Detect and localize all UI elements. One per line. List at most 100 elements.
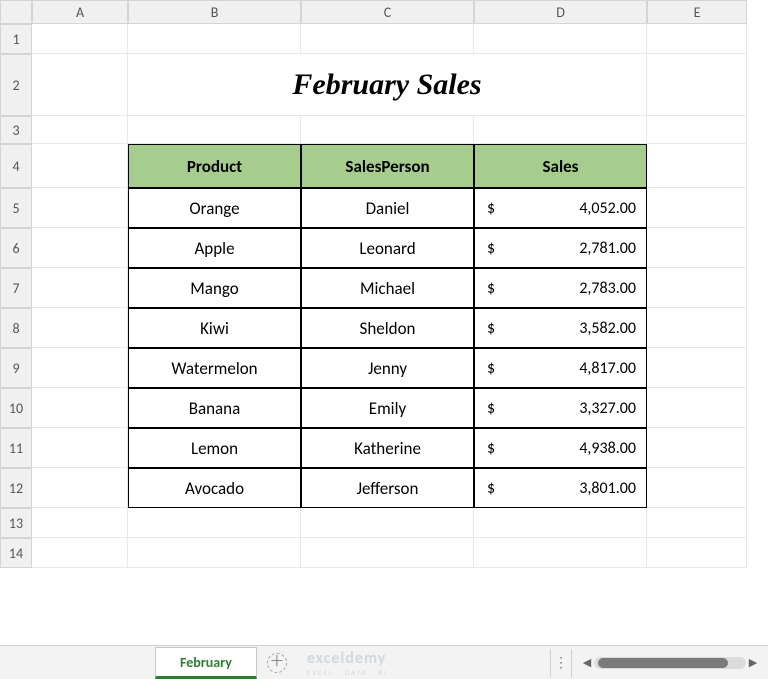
- col-header-A[interactable]: A: [32, 0, 128, 24]
- row-header-5[interactable]: 5: [0, 188, 32, 228]
- cell[interactable]: [301, 508, 474, 538]
- cell[interactable]: [32, 308, 128, 348]
- col-header-C[interactable]: C: [301, 0, 474, 24]
- new-sheet-button[interactable]: ＋: [267, 653, 287, 673]
- cell[interactable]: [647, 188, 747, 228]
- cell-person[interactable]: Sheldon: [301, 308, 474, 348]
- row-header-11[interactable]: 11: [0, 428, 32, 468]
- cell[interactable]: [647, 388, 747, 428]
- row-header-1[interactable]: 1: [0, 24, 32, 54]
- cell[interactable]: [32, 388, 128, 428]
- cell-person[interactable]: Leonard: [301, 228, 474, 268]
- tab-menu-button[interactable]: ⋮: [550, 649, 572, 677]
- row-header-2[interactable]: 2: [0, 54, 32, 116]
- sheet-tab-february[interactable]: February: [155, 647, 257, 679]
- row-header-13[interactable]: 13: [0, 508, 32, 538]
- cell-person[interactable]: Daniel: [301, 188, 474, 228]
- cell[interactable]: [647, 228, 747, 268]
- th-salesperson[interactable]: SalesPerson: [301, 144, 474, 188]
- cell[interactable]: [301, 24, 474, 54]
- cell[interactable]: [32, 116, 128, 144]
- cell-product[interactable]: Avocado: [128, 468, 301, 508]
- cell[interactable]: [32, 54, 128, 116]
- cell-product[interactable]: Watermelon: [128, 348, 301, 388]
- cell[interactable]: [647, 54, 747, 116]
- cell-sales[interactable]: $3,582.00: [474, 308, 647, 348]
- scrollbar-thumb[interactable]: [598, 658, 728, 668]
- cell[interactable]: [474, 24, 647, 54]
- cell[interactable]: [647, 116, 747, 144]
- cell-person[interactable]: Jefferson: [301, 468, 474, 508]
- page-title[interactable]: February Sales: [128, 54, 647, 116]
- cell[interactable]: [474, 116, 647, 144]
- row-header-10[interactable]: 10: [0, 388, 32, 428]
- cell[interactable]: [32, 144, 128, 188]
- cell[interactable]: [32, 24, 128, 54]
- row-header-4[interactable]: 4: [0, 144, 32, 188]
- sales-amount: 3,582.00: [495, 319, 636, 338]
- cell[interactable]: [647, 348, 747, 388]
- row-header-12[interactable]: 12: [0, 468, 32, 508]
- cell[interactable]: [647, 508, 747, 538]
- cell[interactable]: [647, 538, 747, 568]
- cell[interactable]: [32, 188, 128, 228]
- select-all-corner[interactable]: [0, 0, 32, 24]
- row-header-7[interactable]: 7: [0, 268, 32, 308]
- cell[interactable]: [32, 428, 128, 468]
- cell[interactable]: [647, 144, 747, 188]
- th-sales[interactable]: Sales: [474, 144, 647, 188]
- scrollbar-track[interactable]: [594, 657, 746, 669]
- row-header-3[interactable]: 3: [0, 116, 32, 144]
- cell-product[interactable]: Apple: [128, 228, 301, 268]
- cell[interactable]: [32, 228, 128, 268]
- cell-product[interactable]: Kiwi: [128, 308, 301, 348]
- col-header-D[interactable]: D: [474, 0, 647, 24]
- col-header-B[interactable]: B: [128, 0, 301, 24]
- cell[interactable]: [32, 348, 128, 388]
- cell-sales[interactable]: $2,781.00: [474, 228, 647, 268]
- cell-sales[interactable]: $3,801.00: [474, 468, 647, 508]
- cell-product[interactable]: Mango: [128, 268, 301, 308]
- cell-person[interactable]: Emily: [301, 388, 474, 428]
- cell-person[interactable]: Michael: [301, 268, 474, 308]
- th-product[interactable]: Product: [128, 144, 301, 188]
- row-header-14[interactable]: 14: [0, 538, 32, 568]
- cell[interactable]: [647, 268, 747, 308]
- cell-person[interactable]: Jenny: [301, 348, 474, 388]
- cell-person[interactable]: Katherine: [301, 428, 474, 468]
- cell-sales[interactable]: $4,938.00: [474, 428, 647, 468]
- cell[interactable]: [128, 116, 301, 144]
- cell-product[interactable]: Lemon: [128, 428, 301, 468]
- cell[interactable]: [647, 468, 747, 508]
- horizontal-scrollbar[interactable]: ◀ ▶: [580, 655, 760, 671]
- cell-sales[interactable]: $2,783.00: [474, 268, 647, 308]
- row-header-8[interactable]: 8: [0, 308, 32, 348]
- cell[interactable]: [301, 538, 474, 568]
- scroll-right-icon[interactable]: ▶: [746, 656, 760, 670]
- cell[interactable]: [474, 508, 647, 538]
- currency-symbol: $: [487, 239, 495, 258]
- cell[interactable]: [32, 468, 128, 508]
- cell[interactable]: [647, 24, 747, 54]
- scroll-left-icon[interactable]: ◀: [580, 656, 594, 670]
- spreadsheet-grid[interactable]: A B C D E 1 2 3 4 5 6 7 8 9 10 11 12 13 …: [0, 0, 768, 645]
- cell-sales[interactable]: $3,327.00: [474, 388, 647, 428]
- cell-sales[interactable]: $4,052.00: [474, 188, 647, 228]
- cell[interactable]: [128, 508, 301, 538]
- row-header-9[interactable]: 9: [0, 348, 32, 388]
- cell[interactable]: [128, 538, 301, 568]
- cell[interactable]: [301, 116, 474, 144]
- cell[interactable]: [32, 268, 128, 308]
- cell-product[interactable]: Banana: [128, 388, 301, 428]
- cell[interactable]: [474, 538, 647, 568]
- cell-sales[interactable]: $4,817.00: [474, 348, 647, 388]
- col-header-E[interactable]: E: [647, 0, 747, 24]
- cell[interactable]: [647, 308, 747, 348]
- cell[interactable]: [128, 24, 301, 54]
- cell[interactable]: [32, 508, 128, 538]
- cell[interactable]: [32, 538, 128, 568]
- cell[interactable]: [647, 428, 747, 468]
- cell-product[interactable]: Orange: [128, 188, 301, 228]
- sales-amount: 3,801.00: [495, 479, 636, 498]
- row-header-6[interactable]: 6: [0, 228, 32, 268]
